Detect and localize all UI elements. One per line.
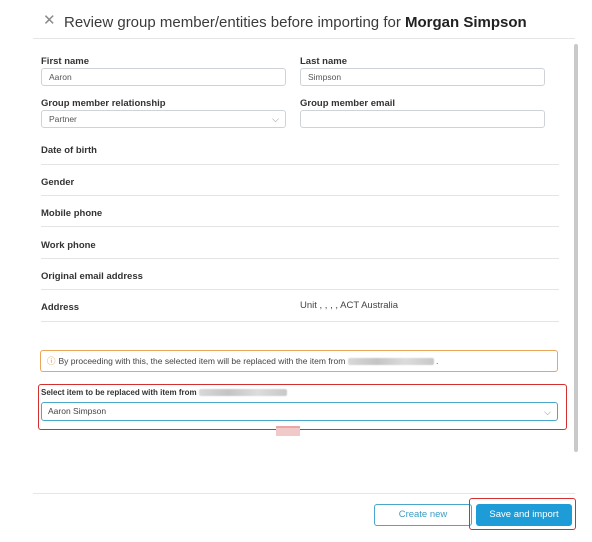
info-icon: ⓘ <box>47 356 56 366</box>
title-text: Review group member/entities before impo… <box>64 14 401 31</box>
header-divider <box>33 38 575 39</box>
replace-selected-value: Aaron Simpson <box>48 406 107 416</box>
chevron-down-icon: ⌵ <box>272 114 279 124</box>
replace-label-text: Select item to be replaced with item fro… <box>41 388 197 397</box>
relationship-value: Partner <box>49 114 77 124</box>
work-phone-label: Work phone <box>41 240 96 251</box>
create-new-button[interactable]: Create new <box>374 504 472 526</box>
relationship-select[interactable]: Partner ⌵ <box>41 110 286 128</box>
original-email-label: Original email address <box>41 271 143 282</box>
last-name-input[interactable]: Simpson <box>300 68 545 86</box>
info-text: By proceeding with this, the selected it… <box>58 356 346 366</box>
gender-label: Gender <box>41 177 75 188</box>
chevron-down-icon: ⌵ <box>544 407 551 417</box>
redacted-source <box>347 358 434 366</box>
title-person-name: Morgan Simpson <box>405 14 527 31</box>
dialog-title: Review group member/entities before impo… <box>64 14 527 31</box>
address-value: Unit , , , , ACT Australia <box>300 300 399 311</box>
resize-handle[interactable] <box>276 426 300 436</box>
replace-select-label: Select item to be replaced with item fro… <box>41 388 287 397</box>
save-and-import-button[interactable]: Save and import <box>476 504 572 526</box>
first-name-label: First name <box>41 56 90 67</box>
close-icon[interactable]: ✕ <box>43 13 56 29</box>
address-label: Address <box>41 302 80 313</box>
last-name-label: Last name <box>300 56 347 67</box>
first-name-input[interactable]: Aaron <box>41 68 286 86</box>
mobile-phone-label: Mobile phone <box>41 208 103 219</box>
row-divider <box>41 258 559 259</box>
redacted-source <box>198 389 287 397</box>
row-divider <box>41 321 559 322</box>
info-alert: ⓘ By proceeding with this, the selected i… <box>40 350 558 372</box>
email-label: Group member email <box>300 98 396 109</box>
row-divider <box>41 164 559 165</box>
footer-divider <box>33 493 575 494</box>
email-input[interactable] <box>300 110 545 128</box>
row-divider <box>41 289 559 290</box>
relationship-label: Group member relationship <box>41 98 166 109</box>
replace-item-select[interactable]: Aaron Simpson ⌵ <box>41 402 558 421</box>
dialog-header: ✕ Review group member/entities before im… <box>0 0 592 40</box>
row-divider <box>41 226 559 227</box>
row-divider <box>41 195 559 196</box>
scrollbar[interactable] <box>574 44 578 452</box>
dob-label: Date of birth <box>41 145 97 156</box>
